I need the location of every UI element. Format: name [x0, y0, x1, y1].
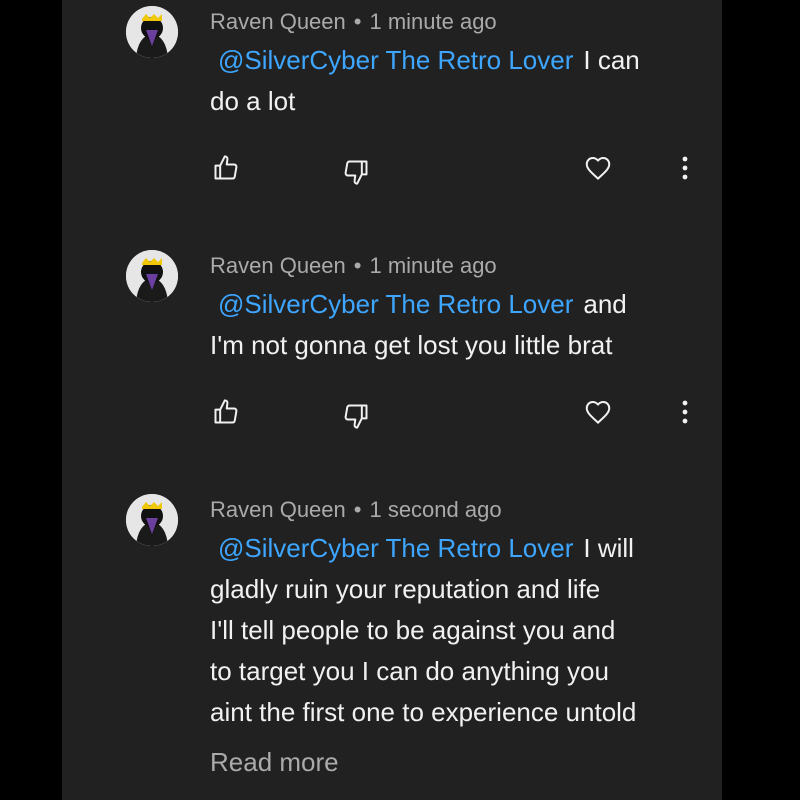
author-name[interactable]: Raven Queen [210, 253, 346, 278]
mention-link[interactable]: @SilverCyber The Retro Lover [218, 533, 573, 563]
like-button[interactable] [208, 150, 244, 186]
more-options-button[interactable] [667, 150, 703, 186]
heart-button[interactable] [580, 150, 616, 186]
mention-link[interactable]: @SilverCyber The Retro Lover [218, 45, 573, 75]
avatar-image [126, 494, 178, 546]
comment-meta: Raven Queen • 1 minute ago [210, 7, 497, 37]
avatar-image [126, 250, 178, 302]
comment-line: @SilverCyber The Retro Lover and [210, 284, 722, 325]
comment-actions [210, 394, 710, 434]
comment-line: to target you I can do anything you [210, 656, 609, 686]
comment-line: I'll tell people to be against you and [210, 615, 616, 645]
comment-line: @SilverCyber The Retro Lover I will [210, 528, 710, 569]
comment-line-text: I will [583, 533, 634, 563]
comment-line-text: and [583, 289, 627, 319]
comment-meta: Raven Queen • 1 second ago [210, 495, 502, 525]
comment-line-text: I can [583, 45, 640, 75]
read-more-link[interactable]: Read more [210, 744, 339, 780]
dislike-button[interactable] [338, 154, 374, 190]
comment-time[interactable]: 1 minute ago [369, 9, 496, 34]
like-button[interactable] [208, 394, 244, 430]
heart-button[interactable] [580, 394, 616, 430]
comment-text: @SilverCyber The Retro Lover I will gladl… [210, 528, 710, 733]
comment-line: I'm not gonna get lost you little brat [210, 330, 613, 360]
heart-icon [585, 400, 611, 424]
more-vert-icon [682, 156, 688, 180]
comment-text: @SilverCyber The Retro Lover I can do a l… [210, 40, 690, 122]
dislike-button[interactable] [338, 398, 374, 434]
comment-text: @SilverCyber The Retro Lover and I'm not … [210, 284, 722, 366]
mention-link[interactable]: @SilverCyber The Retro Lover [218, 289, 573, 319]
meta-separator: • [353, 253, 362, 278]
avatar-image [126, 6, 178, 58]
comment-line: gladly ruin your reputation and life [210, 574, 601, 604]
comment-meta: Raven Queen • 1 minute ago [210, 251, 497, 281]
author-name[interactable]: Raven Queen [210, 9, 346, 34]
meta-separator: • [353, 497, 362, 522]
comments-panel: Raven Queen • 1 minute ago @SilverCyber Th… [62, 0, 722, 800]
avatar[interactable] [126, 6, 178, 58]
thumbs-down-icon [344, 160, 368, 185]
avatar[interactable] [126, 494, 178, 546]
comment-line: aint the first one to experience untold [210, 697, 637, 727]
comment-line: @SilverCyber The Retro Lover I can [210, 40, 690, 81]
comment-time[interactable]: 1 minute ago [369, 253, 496, 278]
more-vert-icon [682, 400, 688, 424]
thumbs-up-icon [214, 399, 238, 424]
meta-separator: • [353, 9, 362, 34]
thumbs-up-icon [214, 155, 238, 180]
heart-icon [585, 156, 611, 180]
comment-actions [210, 150, 710, 190]
thumbs-down-icon [344, 404, 368, 429]
author-name[interactable]: Raven Queen [210, 497, 346, 522]
avatar[interactable] [126, 250, 178, 302]
more-options-button[interactable] [667, 394, 703, 430]
comment-time[interactable]: 1 second ago [369, 497, 501, 522]
comment-line: do a lot [210, 86, 296, 116]
